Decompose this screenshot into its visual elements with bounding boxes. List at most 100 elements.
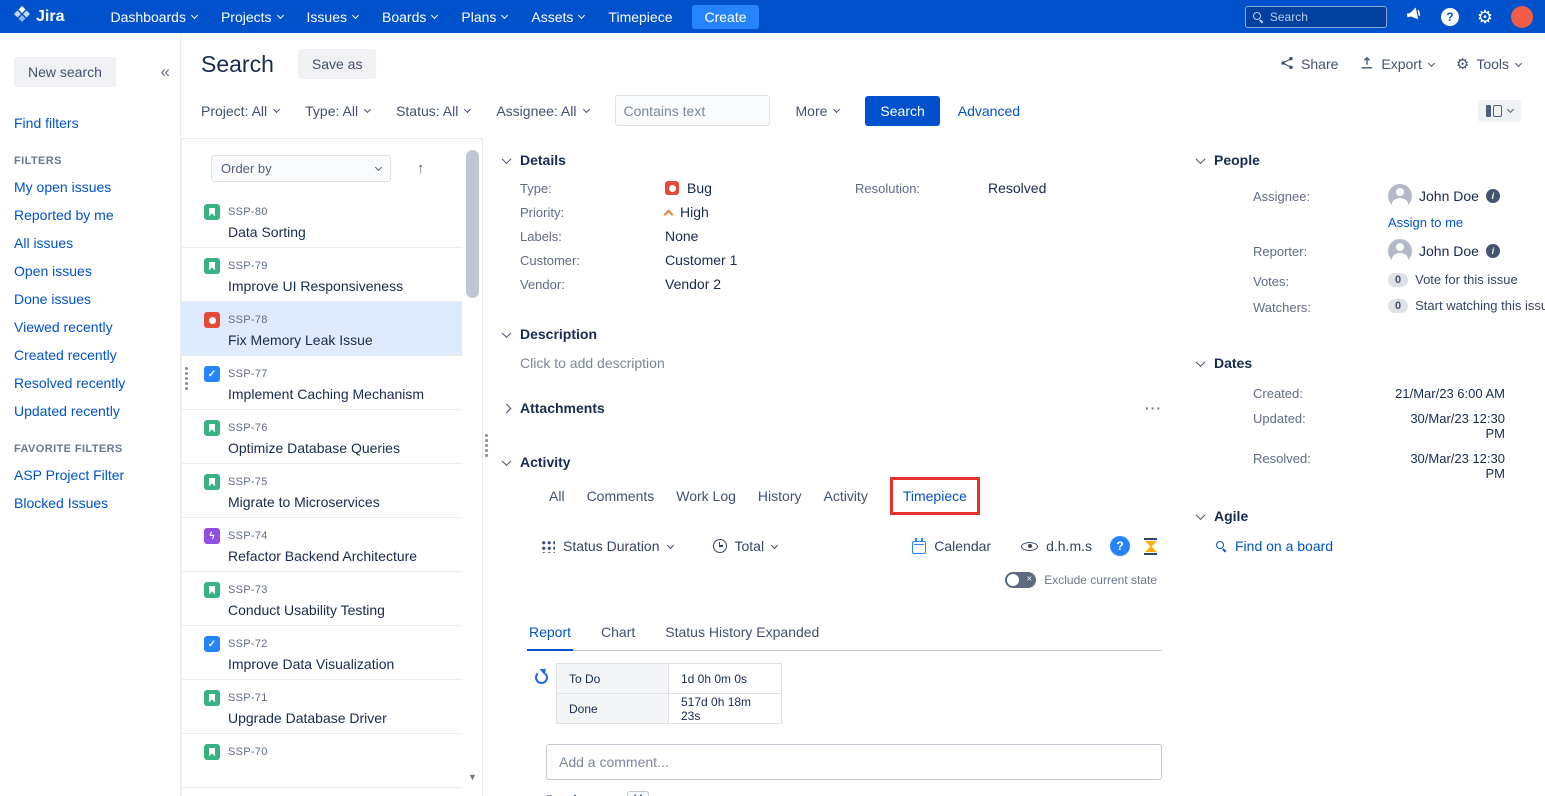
- filter-link[interactable]: All issues: [14, 236, 180, 251]
- tab-activity[interactable]: Activity: [823, 488, 867, 504]
- contains-text-input[interactable]: [615, 95, 770, 126]
- issue-row[interactable]: SSP-71 Upgrade Database Driver: [182, 680, 462, 734]
- nav-item-timepiece[interactable]: Timepiece: [596, 0, 684, 33]
- nav-menu-item[interactable]: Assets: [519, 0, 596, 33]
- tab-all[interactable]: All: [549, 488, 565, 504]
- favorite-filter-link[interactable]: ASP Project Filter: [14, 468, 180, 483]
- create-button[interactable]: Create: [692, 5, 758, 29]
- more-options-icon[interactable]: [1145, 400, 1162, 416]
- calendar-button[interactable]: Calendar: [912, 538, 991, 554]
- new-search-button[interactable]: New search: [14, 57, 116, 87]
- advanced-search-link[interactable]: Advanced: [958, 103, 1020, 119]
- issue-list-scrollbar[interactable]: [466, 147, 479, 792]
- assignee-filter-dropdown[interactable]: Assignee: All: [496, 103, 588, 119]
- user-avatar[interactable]: [1511, 6, 1533, 28]
- type-filter-dropdown[interactable]: Type: All: [305, 103, 370, 119]
- favorite-filter-link[interactable]: Blocked Issues: [14, 496, 180, 511]
- find-on-board-link[interactable]: Find on a board: [1235, 538, 1333, 554]
- info-icon[interactable]: i: [1486, 244, 1500, 258]
- tab-history[interactable]: History: [758, 488, 802, 504]
- issue-row[interactable]: SSP-79 Improve UI Responsiveness: [182, 248, 462, 302]
- export-button[interactable]: Export: [1360, 56, 1433, 73]
- project-filter-dropdown[interactable]: Project: All: [201, 103, 279, 119]
- tab-timepiece[interactable]: Timepiece: [903, 488, 967, 504]
- issue-row[interactable]: SSP-73 Conduct Usability Testing: [182, 572, 462, 626]
- hourglass-icon[interactable]: [1144, 538, 1157, 555]
- agile-section-header[interactable]: Agile: [1197, 508, 1545, 524]
- filter-link[interactable]: My open issues: [14, 180, 180, 195]
- save-as-button[interactable]: Save as: [298, 49, 377, 79]
- panel-resize-handle[interactable]: [485, 434, 488, 457]
- filter-link[interactable]: Resolved recently: [14, 376, 180, 391]
- scroll-down-icon[interactable]: [468, 772, 477, 782]
- add-comment-input[interactable]: [546, 744, 1162, 780]
- created-row: Created: 21/Mar/23 6:00 AM: [1253, 386, 1545, 401]
- nav-menu-item[interactable]: Projects: [209, 0, 295, 33]
- filter-link[interactable]: Viewed recently: [14, 320, 180, 335]
- scrollbar-thumb[interactable]: [466, 150, 479, 298]
- view-switcher-button[interactable]: [1478, 100, 1521, 122]
- tab-chart[interactable]: Chart: [599, 624, 637, 650]
- issue-row[interactable]: SSP-80 Data Sorting: [182, 194, 462, 248]
- sort-direction-icon[interactable]: [417, 160, 425, 177]
- find-filters-link[interactable]: Find filters: [14, 115, 180, 131]
- filter-link[interactable]: Open issues: [14, 264, 180, 279]
- activity-section-header[interactable]: Activity: [503, 454, 1162, 470]
- status-duration-dropdown[interactable]: Status Duration: [541, 538, 673, 554]
- description-placeholder[interactable]: Click to add description: [520, 355, 1162, 371]
- filter-link[interactable]: Done issues: [14, 292, 180, 307]
- nav-menu-item[interactable]: Dashboards: [98, 0, 209, 33]
- assignee-name[interactable]: John Doe: [1419, 188, 1479, 204]
- vote-link[interactable]: Vote for this issue: [1415, 272, 1518, 287]
- nav-menu-item[interactable]: Plans: [449, 0, 519, 33]
- tab-status-history-expanded[interactable]: Status History Expanded: [663, 624, 821, 650]
- details-section-header[interactable]: Details: [503, 152, 1162, 168]
- watchers-row: Watchers: 0 Start watching this issue: [1253, 298, 1545, 315]
- search-icon: [1215, 540, 1227, 552]
- tools-button[interactable]: ⚙ Tools: [1456, 56, 1521, 72]
- dates-section-header[interactable]: Dates: [1197, 355, 1545, 371]
- issue-row[interactable]: SSP-72 Improve Data Visualization: [182, 626, 462, 680]
- jira-brand[interactable]: Jira: [14, 6, 64, 27]
- refresh-icon[interactable]: [535, 671, 548, 684]
- filter-link[interactable]: Reported by me: [14, 208, 180, 223]
- search-button[interactable]: Search: [865, 96, 939, 126]
- issue-row[interactable]: SSP-78 Fix Memory Leak Issue: [182, 302, 462, 356]
- page-body: New search Find filters FILTERS My open …: [0, 33, 1545, 796]
- navbar-search-box[interactable]: [1245, 6, 1387, 28]
- assign-to-me-link[interactable]: Assign to me: [1388, 215, 1500, 230]
- order-by-select[interactable]: Order by: [211, 155, 391, 182]
- info-icon[interactable]: i: [1486, 189, 1500, 203]
- attachments-section-header[interactable]: Attachments: [503, 400, 1162, 416]
- people-section: People Assignee: John Doe i: [1197, 152, 1545, 315]
- navbar-search-input[interactable]: [1270, 10, 1380, 24]
- issue-row[interactable]: SSP-76 Optimize Database Queries: [182, 410, 462, 464]
- share-button[interactable]: Share: [1280, 56, 1338, 73]
- nav-menu-item[interactable]: Boards: [370, 0, 449, 33]
- tab-work-log[interactable]: Work Log: [676, 488, 736, 504]
- duration-format-button[interactable]: d.h.m.s: [1021, 538, 1092, 554]
- collapse-sidebar-icon[interactable]: [161, 62, 170, 82]
- exclude-current-state-toggle[interactable]: [1005, 572, 1036, 588]
- megaphone-icon[interactable]: [1405, 6, 1423, 27]
- issue-row[interactable]: SSP-70: [182, 734, 462, 788]
- total-dropdown[interactable]: Total: [713, 538, 778, 554]
- description-section-header[interactable]: Description: [503, 326, 1162, 342]
- status-filter-dropdown[interactable]: Status: All: [396, 103, 470, 119]
- issue-row[interactable]: SSP-74 Refactor Backend Architecture: [182, 518, 462, 572]
- tab-report[interactable]: Report: [527, 624, 573, 651]
- people-section-header[interactable]: People: [1197, 152, 1545, 168]
- reporter-name[interactable]: John Doe: [1419, 243, 1479, 259]
- help-icon[interactable]: ?: [1110, 536, 1130, 556]
- more-filters-dropdown[interactable]: More: [796, 103, 840, 119]
- issue-row[interactable]: SSP-75 Migrate to Microservices: [182, 464, 462, 518]
- filter-link[interactable]: Updated recently: [14, 404, 180, 419]
- start-watching-link[interactable]: Start watching this issue: [1415, 298, 1545, 313]
- panel-resize-handle[interactable]: [185, 367, 188, 390]
- issue-row[interactable]: SSP-77 Implement Caching Mechanism: [182, 356, 462, 410]
- filter-link[interactable]: Created recently: [14, 348, 180, 363]
- tab-comments[interactable]: Comments: [587, 488, 655, 504]
- help-icon[interactable]: ?: [1441, 8, 1459, 26]
- gear-icon[interactable]: ⚙: [1477, 8, 1493, 26]
- nav-menu-item[interactable]: Issues: [295, 0, 370, 33]
